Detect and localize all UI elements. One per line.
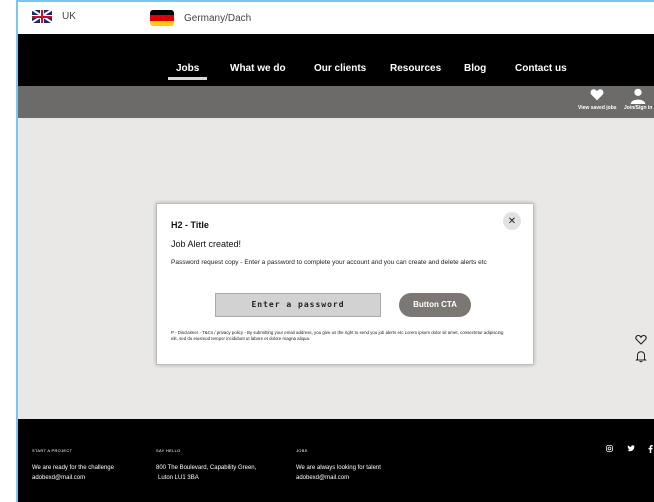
- heart-outline-icon: [635, 334, 647, 345]
- germany-flag-icon: [150, 10, 174, 26]
- footer-text: We are ready for the challenge: [32, 465, 114, 471]
- nav-item-jobs[interactable]: Jobs: [167, 63, 208, 80]
- job-alert-bell-button[interactable]: [635, 350, 647, 368]
- modal-body-text: Password request copy - Enter a password…: [171, 259, 487, 266]
- locale-germany[interactable]: Germany/Dach: [150, 10, 251, 26]
- uk-flag-icon: [32, 10, 52, 23]
- save-heart-button[interactable]: [635, 332, 647, 350]
- facebook-icon[interactable]: [648, 445, 653, 455]
- close-icon: ✕: [507, 215, 517, 227]
- nav-item-our-clients[interactable]: Our clients: [314, 63, 366, 74]
- footer-col-start-project: START A PROJECT We are ready for the cha…: [32, 448, 114, 483]
- footer-email-link[interactable]: adobexd@mail.com: [296, 473, 381, 483]
- nav-item-contact-us[interactable]: Contact us: [515, 63, 567, 74]
- bell-icon: [635, 351, 647, 363]
- footer-col-say-hello: SAY HELLO 800 The Boulevard, Capability …: [156, 448, 256, 483]
- heart-icon: [590, 89, 604, 101]
- main-nav: Jobs What we do Our clients Resources Bl…: [18, 34, 654, 86]
- footer-address: 800 The Boulevard, Capability Green,: [156, 465, 257, 471]
- footer-heading: SAY HELLO: [156, 448, 181, 453]
- join-sign-in-label: Join/Sign in: [624, 105, 653, 111]
- locale-bar: UK Germany/Dach: [18, 2, 654, 34]
- locale-germany-label: Germany/Dach: [184, 12, 252, 24]
- footer-text: We are always looking for talent: [296, 465, 381, 471]
- page-frame: UK Germany/Dach Jobs What we do Our clie…: [16, 0, 654, 502]
- view-saved-jobs-button[interactable]: View saved jobs: [578, 88, 617, 111]
- footer: START A PROJECT We are ready for the cha…: [18, 419, 654, 502]
- disclaimer-text: P - Disclaimer - T&Cs / privacy policy -…: [171, 330, 504, 341]
- password-input[interactable]: Enter a password: [215, 293, 381, 317]
- nav-item-resources[interactable]: Resources: [390, 63, 441, 74]
- job-alert-modal: H2 - Title ✕ Job Alert created! Password…: [156, 203, 534, 365]
- close-button[interactable]: ✕: [503, 212, 521, 230]
- footer-address: Luton LU1 3BA: [158, 475, 199, 481]
- join-sign-in-button[interactable]: Join/Sign in: [624, 88, 652, 111]
- view-saved-jobs-label: View saved jobs: [578, 105, 617, 111]
- twitter-icon[interactable]: [627, 445, 635, 454]
- footer-col-jobs: JOBS We are always looking for talent ad…: [296, 448, 381, 483]
- cta-button[interactable]: Button CTA: [399, 293, 471, 317]
- locale-uk-label: UK: [62, 11, 76, 22]
- instagram-icon[interactable]: [606, 445, 613, 454]
- footer-heading: JOBS: [296, 448, 308, 453]
- modal-title: H2 - Title: [171, 220, 209, 230]
- footer-heading: START A PROJECT: [32, 448, 73, 453]
- modal-subtitle: Job Alert created!: [171, 239, 242, 249]
- locale-uk[interactable]: UK: [32, 10, 76, 23]
- nav-item-blog[interactable]: Blog: [464, 63, 486, 74]
- nav-item-what-we-do[interactable]: What we do: [230, 63, 286, 74]
- user-bar: View saved jobs Join/Sign in: [18, 86, 654, 118]
- user-icon: [630, 88, 646, 104]
- footer-email-link[interactable]: adobexd@mail.com: [32, 473, 114, 483]
